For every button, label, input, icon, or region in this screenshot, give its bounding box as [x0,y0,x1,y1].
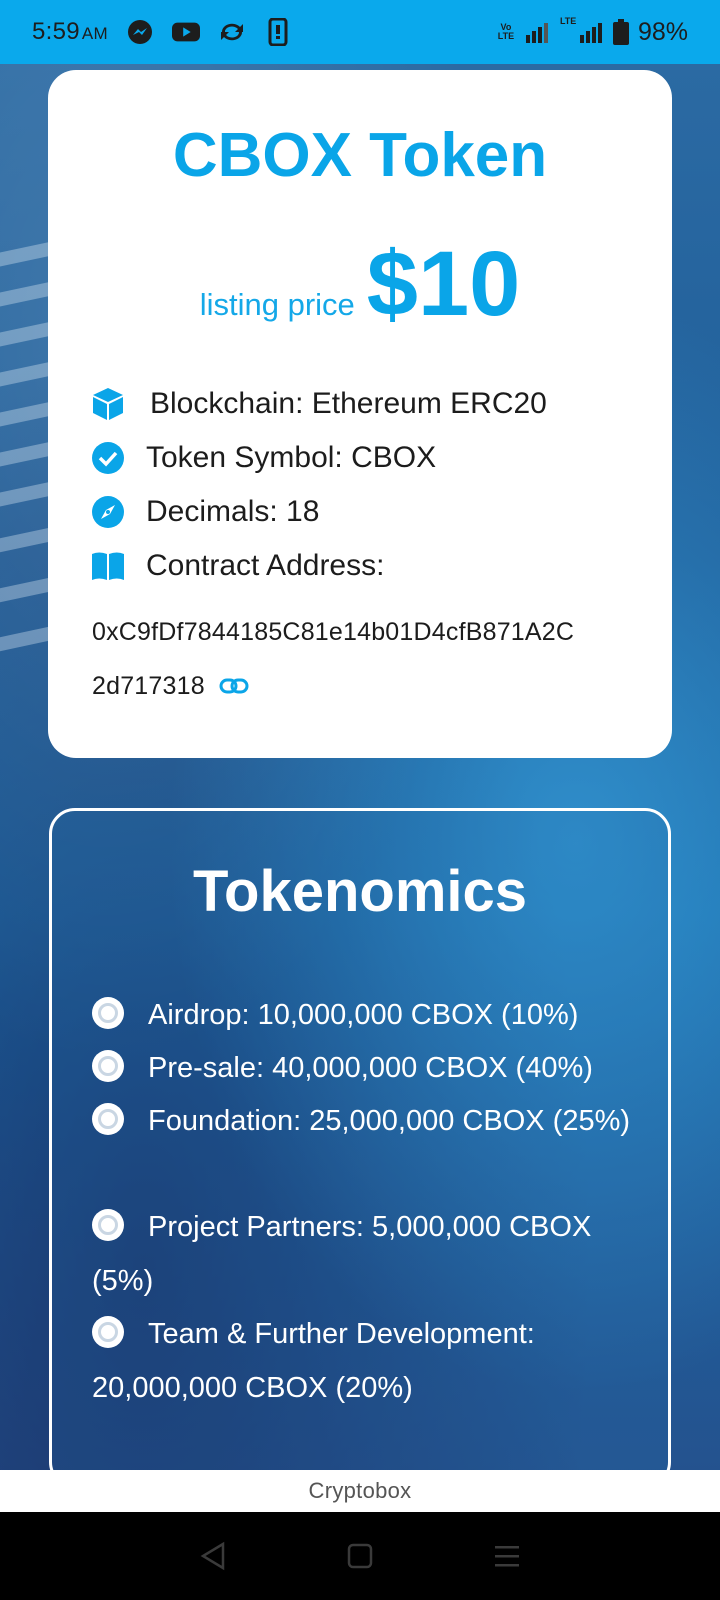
check-circle-icon [90,440,126,476]
info-label-decimals: Decimals: 18 [146,495,320,528]
clock-time: 5:59 [32,18,80,45]
tokenomics-item-label: Project Partners: 5,000,000 CBOX (5%) [92,1211,592,1297]
battery-icon [612,18,630,46]
info-label-symbol: Token Symbol: CBOX [146,441,437,474]
radio-bullet-icon [92,1050,124,1083]
messenger-icon [126,18,154,46]
lte-signal-icon: LTE [559,16,604,46]
clock: 5:59 AM [32,18,108,46]
home-icon[interactable] [340,1536,380,1576]
listing-price-label: listing price [199,287,355,322]
tokenomics-item-label: Foundation: 25,000,000 CBOX (25%) [148,1105,631,1137]
youtube-icon [172,18,201,46]
info-item-contract: Contract Address: [90,548,384,584]
info-item-decimals: Decimals: 18 [90,494,319,530]
phone-icon [264,18,292,46]
tokenomics-item-label: Team & Further Development: 20,000,000 C… [92,1318,535,1404]
volte-icon: Vo LTE [497,22,515,41]
lte-label: LTE [559,16,577,26]
signal-icon [524,18,552,46]
compass-icon [90,494,126,530]
book-icon [90,548,126,584]
tokenomics-item-partners: Project Partners: 5,000,000 CBOX (5%) [92,1200,632,1308]
status-left: 5:59 AM [32,18,292,46]
radio-bullet-icon [92,997,124,1030]
listing-price-row: listing price $10 [0,238,720,330]
clock-ampm: AM [81,24,109,43]
radio-bullet-icon [92,1103,124,1136]
token-title: CBOX Token [172,121,548,190]
tokenomics-item-team: Team & Further Development: 20,000,000 C… [92,1307,632,1415]
tokenomics-item-airdrop: Airdrop: 10,000,000 CBOX (10%) [92,988,632,1042]
radio-bullet-icon [92,1209,124,1242]
sync-icon [218,18,246,46]
cube-icon [90,386,126,422]
battery-percent: 98% [637,17,688,46]
link-icon[interactable] [219,673,249,702]
contract-address-line2[interactable]: 2d717318 [92,672,205,700]
tokenomics-item-label: Pre-sale: 40,000,000 CBOX (40%) [148,1052,593,1084]
back-icon[interactable] [193,1536,233,1576]
navigation-bar [0,1512,720,1600]
listing-price-value: $10 [366,233,521,335]
recents-menu-icon[interactable] [487,1536,527,1576]
radio-bullet-icon [92,1316,124,1349]
tokenomics-item-presale: Pre-sale: 40,000,000 CBOX (40%) [92,1041,632,1095]
status-right: Vo LTE LTE 98% [496,16,688,47]
contract-address-line2-row: 2d717318 [92,672,249,702]
site-name-bar[interactable]: Cryptobox [0,1470,720,1512]
tokenomics-title: Tokenomics [192,859,528,924]
info-label-blockchain: Blockchain: Ethereum ERC20 [150,387,547,420]
status-bar: 5:59 AM Vo LTE LTE 98% [0,0,720,64]
tokenomics-item-foundation: Foundation: 25,000,000 CBOX (25%) [92,1094,632,1148]
contract-address-line1[interactable]: 0xC9fDf7844185C81e14b01D4cfB871A2C [92,618,574,647]
info-item-symbol: Token Symbol: CBOX [90,440,436,476]
info-label-contract: Contract Address: [146,549,385,582]
tokenomics-item-label: Airdrop: 10,000,000 CBOX (10%) [148,999,579,1031]
info-item-blockchain: Blockchain: Ethereum ERC20 [90,386,547,422]
